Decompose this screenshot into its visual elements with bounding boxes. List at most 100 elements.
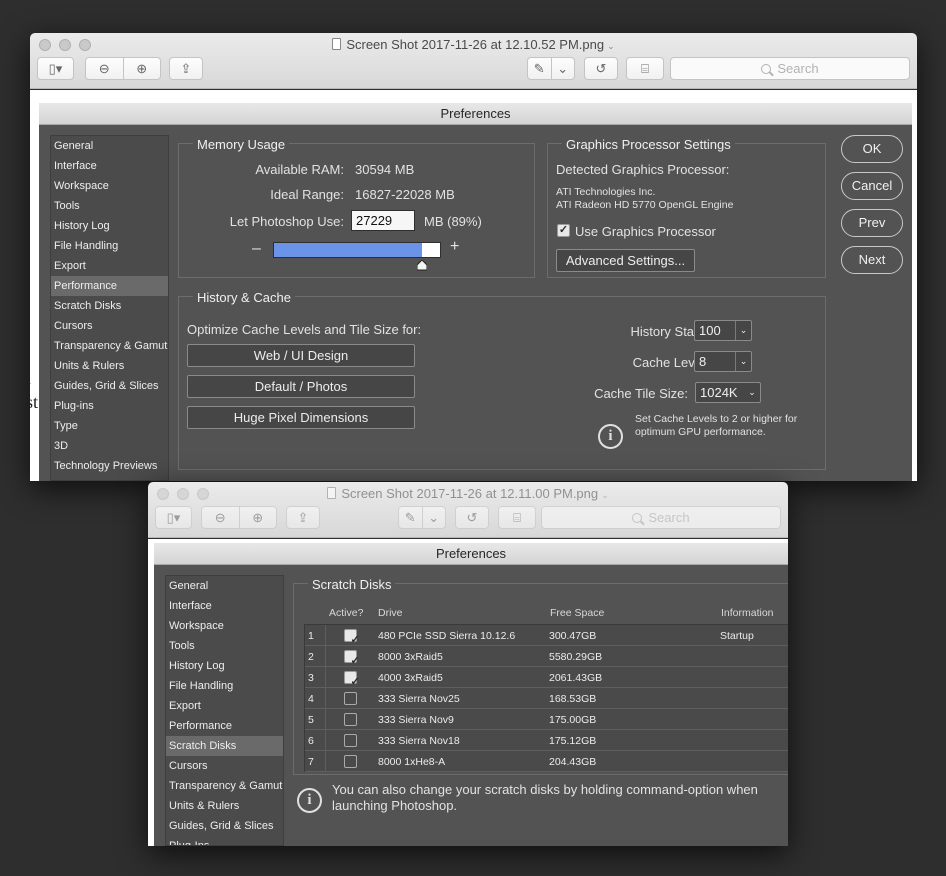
table-row[interactable]: 6 333 Sierra Nov18 175.12GB — [305, 730, 788, 751]
cancel-button[interactable]: Cancel — [841, 172, 903, 200]
minus-icon[interactable]: – — [252, 240, 261, 258]
active-checkbox[interactable]: ✓ — [344, 671, 360, 688]
huge-pixel-dimensions-button[interactable]: Huge Pixel Dimensions — [187, 406, 415, 429]
active-checkbox[interactable] — [344, 713, 357, 726]
markup-pen-icon[interactable]: ✎ — [528, 58, 552, 79]
nav-item-plug-ins[interactable]: Plug-ins — [51, 396, 168, 416]
history-states-select[interactable]: 100 ⌄ — [694, 320, 752, 341]
nav-item-history-log[interactable]: History Log — [166, 656, 283, 676]
ok-button[interactable]: OK — [841, 135, 903, 163]
window-title[interactable]: Screen Shot 2017-11-26 at 12.10.52 PM.pn… — [30, 37, 917, 52]
active-checkbox[interactable]: ✓ — [344, 650, 360, 667]
column-free-space[interactable]: Free Space — [550, 607, 604, 619]
web-ui-design-button[interactable]: Web / UI Design — [187, 344, 415, 367]
table-row[interactable]: 1 ✓ 480 PCIe SSD Sierra 10.12.6 300.47GB Sta… — [305, 625, 788, 646]
table-row[interactable]: 4 333 Sierra Nov25 168.53GB — [305, 688, 788, 709]
window-title[interactable]: Screen Shot 2017-11-26 at 12.11.00 PM.pn… — [148, 486, 788, 501]
cache-levels-select[interactable]: 8 ⌄ — [694, 351, 752, 372]
rotate-button[interactable]: ↺ — [455, 506, 489, 529]
toolbox-button[interactable]: ⌸ — [498, 506, 536, 529]
nav-item-transparency-gamut[interactable]: Transparency & Gamut — [166, 776, 283, 796]
zoom-button-group: ⊖ ⊕ — [85, 57, 161, 80]
share-button[interactable]: ⇪ — [169, 57, 203, 80]
cache-tile-size-select[interactable]: 1024K ⌄ — [695, 382, 761, 403]
search-field[interactable]: Search — [670, 57, 910, 80]
drive-name: 333 Sierra Nov9 — [378, 714, 454, 726]
photoshop-use-input[interactable]: 27229 — [351, 210, 415, 231]
table-row[interactable]: 3 ✓ 4000 3xRaid5 2061.43GB — [305, 667, 788, 688]
nav-item-interface[interactable]: Interface — [166, 596, 283, 616]
row-number: 1 — [305, 625, 326, 646]
preferences-nav: General Interface Workspace Tools History Lo… — [165, 575, 284, 846]
available-ram-label: Available RAM: — [255, 162, 344, 177]
nav-item-general[interactable]: General — [51, 136, 168, 156]
nav-item-3d[interactable]: 3D — [51, 436, 168, 456]
preview-titlebar: Screen Shot 2017-11-26 at 12.11.00 PM.pn… — [148, 482, 788, 538]
nav-item-transparency-gamut[interactable]: Transparency & Gamut — [51, 336, 168, 356]
document-icon — [327, 487, 337, 499]
column-drive[interactable]: Drive — [378, 607, 403, 619]
nav-item-scratch-disks[interactable]: Scratch Disks — [51, 296, 168, 316]
share-button[interactable]: ⇪ — [286, 506, 320, 529]
toolbox-button[interactable]: ⌸ — [626, 57, 664, 80]
nav-item-performance[interactable]: Performance — [166, 716, 283, 736]
use-gpu-checkbox[interactable]: ✓ — [557, 224, 570, 237]
nav-item-units-rulers[interactable]: Units & Rulers — [51, 356, 168, 376]
zoom-in-icon[interactable]: ⊕ — [124, 58, 161, 79]
nav-item-plug-ins[interactable]: Plug-Ins — [166, 836, 283, 845]
preview-window-scratch-disks: Screen Shot 2017-11-26 at 12.11.00 PM.pn… — [148, 482, 788, 846]
gpu-tip-line2: optimum GPU performance. — [635, 426, 766, 438]
nav-item-performance[interactable]: Performance — [51, 276, 168, 296]
nav-item-workspace[interactable]: Workspace — [166, 616, 283, 636]
search-field[interactable]: Search — [541, 506, 781, 529]
table-row[interactable]: 5 333 Sierra Nov9 175.00GB — [305, 709, 788, 730]
nav-item-history-log[interactable]: History Log — [51, 216, 168, 236]
nav-item-export[interactable]: Export — [51, 256, 168, 276]
sidebar-toggle-button[interactable]: ▯▾ — [155, 506, 192, 529]
nav-item-cursors[interactable]: Cursors — [166, 756, 283, 776]
nav-item-tools[interactable]: Tools — [51, 196, 168, 216]
nav-item-general[interactable]: General — [166, 576, 283, 596]
nav-item-guides-grid-slices[interactable]: Guides, Grid & Slices — [166, 816, 283, 836]
document-text-fragment: st — [30, 392, 39, 412]
advanced-settings-button[interactable]: Advanced Settings... — [556, 249, 695, 272]
ideal-range-value: 16827-22028 MB — [355, 187, 455, 202]
next-button[interactable]: Next — [841, 246, 903, 274]
nav-item-scratch-disks[interactable]: Scratch Disks — [166, 736, 283, 756]
default-photos-button[interactable]: Default / Photos — [187, 375, 415, 398]
active-checkbox[interactable]: ✓ — [344, 629, 360, 646]
nav-item-file-handling[interactable]: File Handling — [51, 236, 168, 256]
prev-button[interactable]: Prev — [841, 209, 903, 237]
checkmark-icon: ✓ — [558, 224, 569, 236]
table-row[interactable]: 7 8000 1xHe8-A 204.43GB — [305, 751, 788, 772]
active-checkbox[interactable] — [344, 734, 357, 747]
nav-item-interface[interactable]: Interface — [51, 156, 168, 176]
nav-item-type[interactable]: Type — [51, 416, 168, 436]
chevron-down-icon[interactable]: ⌄ — [423, 507, 446, 528]
nav-item-tools[interactable]: Tools — [166, 636, 283, 656]
memory-slider-track[interactable] — [273, 242, 441, 258]
nav-item-units-rulers[interactable]: Units & Rulers — [166, 796, 283, 816]
column-information[interactable]: Information — [721, 607, 774, 619]
zoom-in-icon[interactable]: ⊕ — [240, 507, 277, 528]
nav-item-technology-previews[interactable]: Technology Previews — [51, 456, 168, 476]
nav-item-file-handling[interactable]: File Handling — [166, 676, 283, 696]
sidebar-toggle-button[interactable]: ▯▾ — [37, 57, 74, 80]
nav-item-workspace[interactable]: Workspace — [51, 176, 168, 196]
chevron-down-icon[interactable]: ⌄ — [552, 58, 575, 79]
gpu-vendor: ATI Technologies Inc. — [556, 186, 656, 198]
nav-item-export[interactable]: Export — [166, 696, 283, 716]
zoom-out-icon[interactable]: ⊖ — [202, 507, 240, 528]
active-checkbox[interactable] — [344, 692, 357, 705]
nav-item-cursors[interactable]: Cursors — [51, 316, 168, 336]
markup-pen-icon[interactable]: ✎ — [399, 507, 423, 528]
memory-slider-thumb[interactable] — [416, 258, 428, 271]
rotate-button[interactable]: ↺ — [584, 57, 618, 80]
active-checkbox[interactable] — [344, 755, 357, 768]
zoom-out-icon[interactable]: ⊖ — [86, 58, 124, 79]
plus-icon[interactable]: + — [450, 238, 459, 256]
column-active[interactable]: Active? — [329, 607, 363, 619]
table-row[interactable]: 2 ✓ 8000 3xRaid5 5580.29GB — [305, 646, 788, 667]
nav-item-guides-grid-slices[interactable]: Guides, Grid & Slices — [51, 376, 168, 396]
slider-thumb-icon — [416, 259, 428, 271]
